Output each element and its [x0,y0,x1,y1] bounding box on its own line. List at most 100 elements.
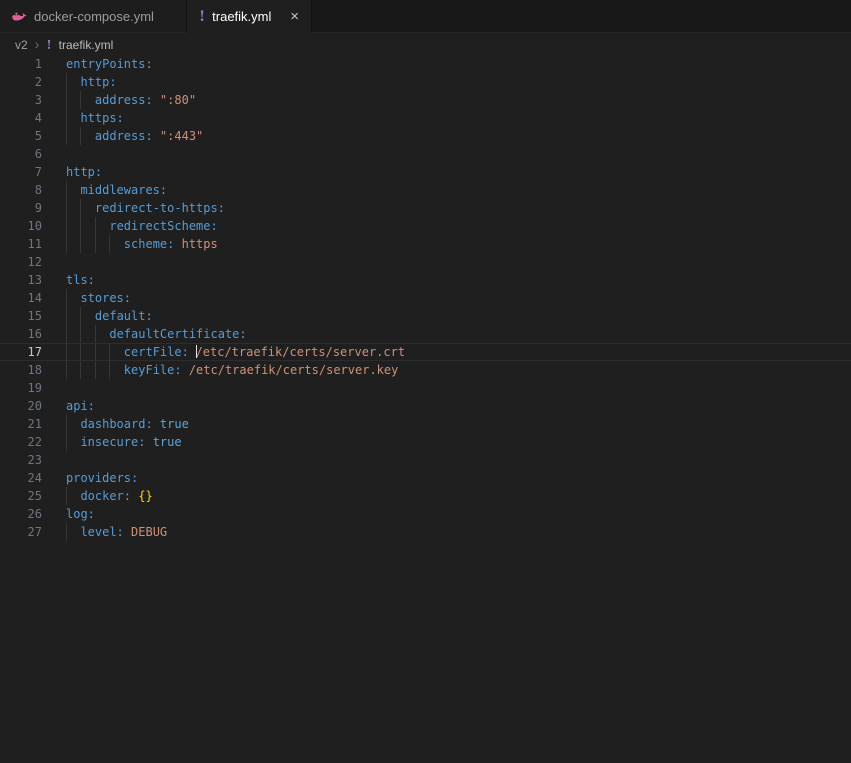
code-line-21[interactable]: 21 dashboard: true [0,415,851,433]
token-key: certFile: [123,345,189,359]
text-cursor [196,345,198,358]
code-line-8[interactable]: 8 middlewares: [0,181,851,199]
code-line-11[interactable]: 11 scheme: https [0,235,851,253]
code-line-17[interactable]: 17 certFile: /etc/traefik/certs/server.cr… [0,343,851,361]
breadcrumb-folder[interactable]: v2 [15,38,28,52]
code-content: providers: [66,469,851,487]
code-line-14[interactable]: 14 stores: [0,289,851,307]
tab-bar-empty-space [312,0,851,32]
code-line-15[interactable]: 15 default: [0,307,851,325]
code-line-13[interactable]: 13 tls: [0,271,851,289]
indent-guide [80,199,82,217]
token-key: redirect-to-https: [94,201,225,215]
code-line-20[interactable]: 20 api: [0,397,851,415]
code-editor[interactable]: 1 entryPoints: 2 http: 3 address: ":80" 4 https… [0,55,851,763]
token-key: http: [80,75,117,89]
line-number[interactable]: 5 [0,127,42,145]
line-number[interactable]: 17 [0,344,42,360]
line-number[interactable]: 7 [0,163,42,181]
code-line-23[interactable]: 23 [0,451,851,469]
code-line-12[interactable]: 12 [0,253,851,271]
token-key: stores: [80,291,132,305]
code-content: redirect-to-https: [66,199,851,217]
tab-label: traefik.yml [212,9,272,24]
code-line-25[interactable]: 25 docker: {} [0,487,851,505]
code-line-24[interactable]: 24 providers: [0,469,851,487]
line-number[interactable]: 23 [0,451,42,469]
indent-guide [94,361,96,379]
line-number[interactable]: 21 [0,415,42,433]
token-key: level: [80,525,124,539]
line-number[interactable]: 24 [0,469,42,487]
code-content: api: [66,397,851,415]
line-number[interactable]: 16 [0,325,42,343]
indent-guide [66,361,67,379]
line-number[interactable]: 20 [0,397,42,415]
tab-traefik-yml[interactable]: ! traefik.yml × [187,0,312,33]
line-number[interactable]: 13 [0,271,42,289]
breadcrumb-file[interactable]: traefik.yml [59,38,114,52]
token-str: /etc/traefik/certs/server.key [188,363,399,377]
line-number[interactable]: 8 [0,181,42,199]
line-number[interactable]: 4 [0,109,42,127]
token-key: http: [66,165,103,179]
line-number[interactable]: 18 [0,361,42,379]
indent-guide [80,217,82,235]
indent-guide [80,361,82,379]
code-content: docker: {} [66,487,851,505]
tab-bar: docker-compose.yml ! traefik.yml × [0,0,851,33]
line-number[interactable]: 19 [0,379,42,397]
code-line-19[interactable]: 19 [0,379,851,397]
code-line-27[interactable]: 27 level: DEBUG [0,523,851,541]
code-line-3[interactable]: 3 address: ":80" [0,91,851,109]
code-line-1[interactable]: 1 entryPoints: [0,55,851,73]
line-number[interactable]: 14 [0,289,42,307]
code-line-2[interactable]: 2 http: [0,73,851,91]
line-number[interactable]: 12 [0,253,42,271]
yaml-exclamation-icon: ! [46,37,52,52]
line-number[interactable]: 3 [0,91,42,109]
code-line-9[interactable]: 9 redirect-to-https: [0,199,851,217]
indent-guide [66,217,67,235]
close-icon[interactable]: × [284,9,299,24]
line-number[interactable]: 6 [0,145,42,163]
token-key: log: [66,507,95,521]
line-number[interactable]: 22 [0,433,42,451]
line-number[interactable]: 2 [0,73,42,91]
indent-guide [109,235,111,253]
indent-guide [66,289,67,307]
indent-guide [80,344,82,360]
line-number[interactable]: 27 [0,523,42,541]
code-line-18[interactable]: 18 keyFile: /etc/traefik/certs/server.key [0,361,851,379]
line-number[interactable]: 11 [0,235,42,253]
code-content: entryPoints: [66,55,851,73]
indent-guide [80,235,82,253]
tab-docker-compose-yml[interactable]: docker-compose.yml [0,0,187,32]
token-key: address: [94,93,153,107]
code-line-26[interactable]: 26 log: [0,505,851,523]
indent-guide [66,433,67,451]
line-number[interactable]: 10 [0,217,42,235]
line-number[interactable]: 26 [0,505,42,523]
code-line-10[interactable]: 10 redirectScheme: [0,217,851,235]
code-line-6[interactable]: 6 [0,145,851,163]
line-number[interactable]: 9 [0,199,42,217]
line-number[interactable]: 25 [0,487,42,505]
chevron-right-icon: › [34,35,40,52]
token-key: api: [66,399,95,413]
code-line-7[interactable]: 7 http: [0,163,851,181]
code-line-22[interactable]: 22 insecure: true [0,433,851,451]
indent-guide [94,235,96,253]
line-number[interactable]: 1 [0,55,42,73]
line-number[interactable]: 15 [0,307,42,325]
code-line-4[interactable]: 4 https: [0,109,851,127]
code-content: default: [66,307,851,325]
code-line-16[interactable]: 16 defaultCertificate: [0,325,851,343]
code-line-5[interactable]: 5 address: ":443" [0,127,851,145]
vscode-window: docker-compose.yml ! traefik.yml × v2 › … [0,0,851,763]
